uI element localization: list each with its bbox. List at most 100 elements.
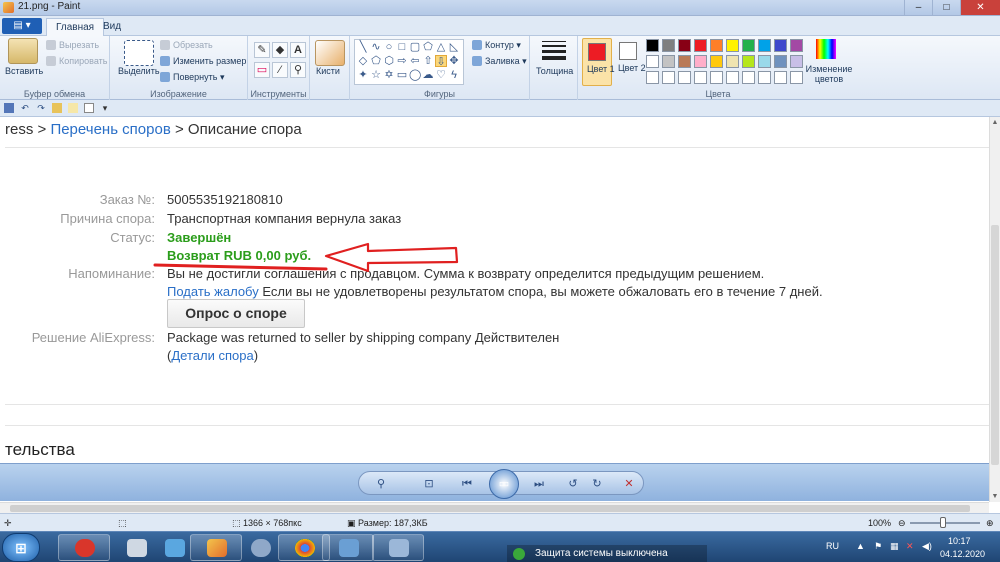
scroll-down-arrow-icon[interactable]: ▼ xyxy=(990,493,1000,500)
hexagon-shape-icon[interactable]: ⬡ xyxy=(383,55,395,67)
oval-shape-icon[interactable]: ○ xyxy=(383,41,395,53)
custom-color-swatch[interactable] xyxy=(694,71,707,84)
rectangle-shape-icon[interactable]: □ xyxy=(396,41,408,53)
palette-swatch[interactable] xyxy=(774,39,787,52)
zoom-in-icon[interactable]: ⊕ xyxy=(986,518,994,529)
paste-qat-icon[interactable] xyxy=(68,103,78,113)
right-triangle-shape-icon[interactable]: ◺ xyxy=(448,41,460,53)
brushes-button[interactable]: Кисти xyxy=(316,66,340,76)
palette-swatch[interactable] xyxy=(646,55,659,68)
volume-icon[interactable]: ◀) xyxy=(922,541,932,552)
clock-date[interactable]: 04.12.2020 xyxy=(940,549,985,559)
undo-icon[interactable]: ↶ xyxy=(20,103,30,113)
horizontal-scrollbar[interactable] xyxy=(0,502,989,513)
crop-button[interactable]: Обрезать xyxy=(160,40,213,50)
network-error-icon[interactable]: ✕ xyxy=(906,541,914,552)
outline-dropdown[interactable]: Контур ▾ xyxy=(472,40,521,51)
rounded-rect-shape-icon[interactable]: ▢ xyxy=(409,41,421,53)
magnifier-icon[interactable]: ⚲ xyxy=(290,62,306,78)
size-button[interactable]: Толщина xyxy=(536,66,573,76)
callout-oval-shape-icon[interactable]: ◯ xyxy=(409,69,421,81)
edit-colors-button[interactable]: Изменение цветов xyxy=(804,64,854,84)
pentagon-shape-icon[interactable]: ⬠ xyxy=(370,55,382,67)
palette-swatch[interactable] xyxy=(742,55,755,68)
vertical-scrollbar[interactable]: ▲ ▼ xyxy=(989,117,1000,502)
tray-up-arrow-icon[interactable]: ▲ xyxy=(856,541,865,551)
security-notification[interactable]: Защита системы выключена xyxy=(507,545,707,562)
paste-button[interactable]: Вставить xyxy=(5,66,43,76)
clock-time[interactable]: 10:17 xyxy=(948,536,971,546)
palette-swatch[interactable] xyxy=(710,55,723,68)
right-arrow-shape-icon[interactable]: ⇨ xyxy=(396,55,408,67)
taskbar-app-7[interactable] xyxy=(322,534,374,561)
polygon-shape-icon[interactable]: ⬠ xyxy=(422,41,434,53)
palette-swatch[interactable] xyxy=(694,55,707,68)
palette-swatch[interactable] xyxy=(758,55,771,68)
rotate-left-icon[interactable]: ↺ xyxy=(565,476,581,492)
rotate-right-icon[interactable]: ↻ xyxy=(589,476,605,492)
star5-shape-icon[interactable]: ☆ xyxy=(370,69,382,81)
zoom-slider-knob[interactable] xyxy=(940,517,946,528)
delete-icon[interactable]: ✕ xyxy=(621,476,637,492)
custom-color-swatch[interactable] xyxy=(758,71,771,84)
actual-size-icon[interactable]: ⊡ xyxy=(421,476,437,492)
up-arrow-shape-icon[interactable]: ⇧ xyxy=(422,55,434,67)
tray-flag-icon[interactable]: ⚑ xyxy=(874,541,882,552)
curve-shape-icon[interactable]: ∿ xyxy=(370,41,382,53)
new-icon[interactable] xyxy=(84,103,94,113)
custom-color-swatch[interactable] xyxy=(790,71,803,84)
tab-view[interactable]: Вид xyxy=(94,18,130,36)
network-icon[interactable]: ▦ xyxy=(890,541,899,552)
minimize-button[interactable]: – xyxy=(904,0,932,15)
resize-button[interactable]: Изменить размер xyxy=(160,56,246,66)
maximize-button[interactable]: □ xyxy=(932,0,960,15)
palette-swatch[interactable] xyxy=(726,39,739,52)
palette-swatch[interactable] xyxy=(694,39,707,52)
palette-swatch[interactable] xyxy=(726,55,739,68)
custom-color-swatch[interactable] xyxy=(646,71,659,84)
zoom-out-icon[interactable]: ⊖ xyxy=(898,518,906,529)
start-button[interactable]: ⊞ xyxy=(2,533,40,562)
left-arrow-shape-icon[interactable]: ⇦ xyxy=(409,55,421,67)
triangle-shape-icon[interactable]: △ xyxy=(435,41,447,53)
star4-shape-icon[interactable]: ✦ xyxy=(357,69,369,81)
diamond-shape-icon[interactable]: ◇ xyxy=(357,55,369,67)
color1-selector[interactable]: Цвет 1 xyxy=(582,38,615,86)
custom-color-swatch[interactable] xyxy=(726,71,739,84)
palette-swatch[interactable] xyxy=(678,55,691,68)
vertical-scroll-thumb[interactable] xyxy=(991,225,999,465)
image-canvas[interactable]: ress > Перечень споров > Описание спора … xyxy=(0,117,989,502)
customize-qat-icon[interactable]: ▾ xyxy=(100,103,110,113)
open-icon[interactable] xyxy=(52,103,62,113)
scroll-up-arrow-icon[interactable]: ▲ xyxy=(990,119,1000,126)
custom-color-swatch[interactable] xyxy=(742,71,755,84)
save-icon[interactable] xyxy=(4,103,14,113)
taskbar-app-8[interactable] xyxy=(372,534,424,561)
palette-swatch[interactable] xyxy=(774,55,787,68)
palette-swatch[interactable] xyxy=(678,39,691,52)
slideshow-button[interactable]: ▭ xyxy=(489,469,519,499)
heart-shape-icon[interactable]: ♡ xyxy=(435,69,447,81)
horizontal-scroll-thumb[interactable] xyxy=(10,505,970,512)
palette-swatch[interactable] xyxy=(662,39,675,52)
callout-cloud-shape-icon[interactable]: ☁ xyxy=(422,69,434,81)
line-shape-icon[interactable]: ╲ xyxy=(357,41,369,53)
rotate-button[interactable]: Повернуть ▾ xyxy=(160,72,224,83)
copy-button[interactable]: Копировать xyxy=(46,56,107,66)
close-button[interactable]: ✕ xyxy=(960,0,1000,15)
lightning-shape-icon[interactable]: ϟ xyxy=(448,69,460,81)
palette-swatch[interactable] xyxy=(790,39,803,52)
down-arrow-shape-icon[interactable]: ⇩ xyxy=(435,55,447,68)
callout-rect-shape-icon[interactable]: ▭ xyxy=(396,69,408,81)
custom-color-swatch[interactable] xyxy=(710,71,723,84)
next-icon[interactable]: ⏭ xyxy=(531,476,547,492)
custom-color-swatch[interactable] xyxy=(662,71,675,84)
file-menu-button[interactable]: ▤ ▾ xyxy=(2,18,42,34)
color2-selector[interactable]: Цвет 2 xyxy=(614,38,646,86)
fill-bucket-icon[interactable]: ◆ xyxy=(272,42,288,58)
language-indicator[interactable]: RU xyxy=(826,541,839,551)
palette-swatch[interactable] xyxy=(742,39,755,52)
color-picker-icon[interactable]: ⁄ xyxy=(272,62,288,78)
palette-swatch[interactable] xyxy=(758,39,771,52)
custom-color-swatch[interactable] xyxy=(678,71,691,84)
